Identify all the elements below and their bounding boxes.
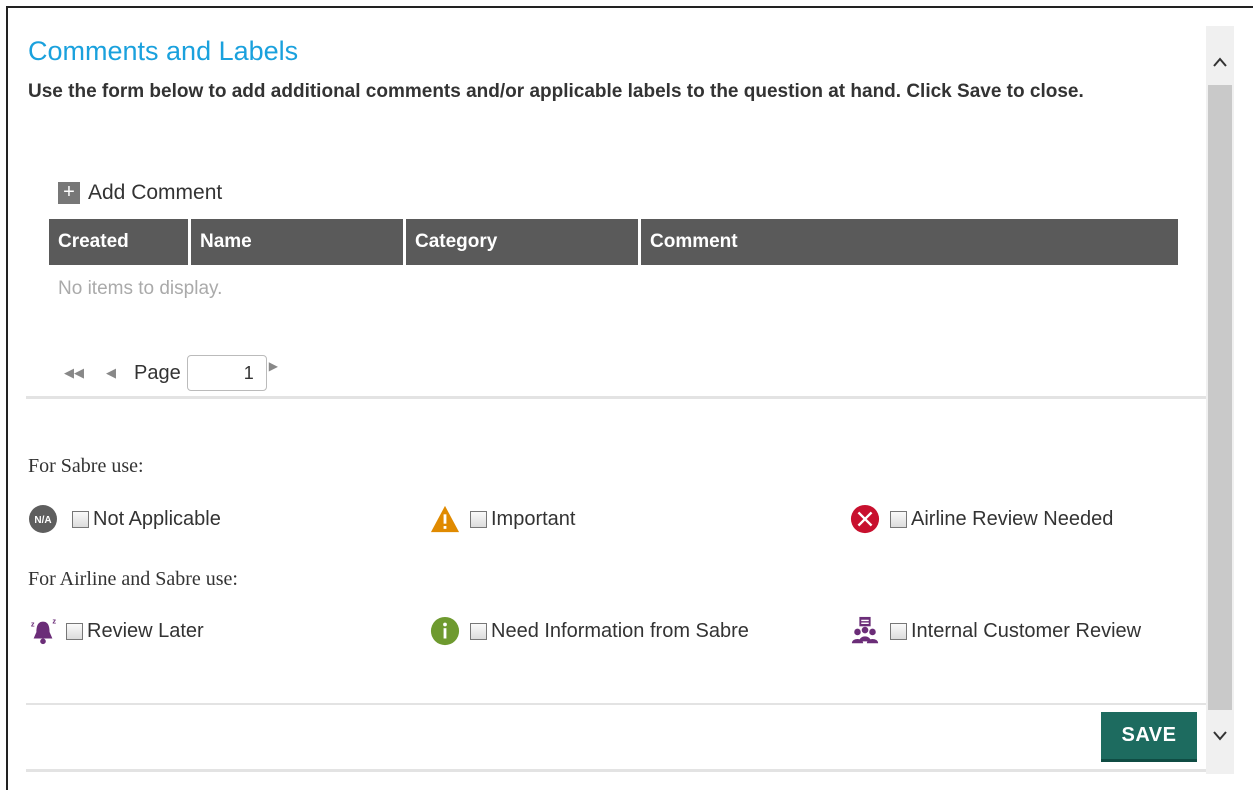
plus-icon: + bbox=[58, 182, 80, 204]
airline-sabre-use-heading: For Airline and Sabre use: bbox=[28, 568, 238, 590]
label-review-later[interactable]: z z Review Later bbox=[28, 616, 204, 646]
airline-review-needed-label: Airline Review Needed bbox=[911, 507, 1114, 530]
scrollbar-thumb[interactable] bbox=[1208, 85, 1232, 710]
not-applicable-label: Not Applicable bbox=[93, 507, 221, 530]
comments-grid-header: Created Name Category Comment bbox=[49, 219, 1178, 265]
svg-text:z: z bbox=[52, 617, 56, 626]
empty-message: No items to display. bbox=[58, 278, 223, 299]
review-later-label: Review Later bbox=[87, 619, 204, 642]
first-page-icon[interactable]: ◀◀ bbox=[64, 365, 84, 381]
important-checkbox[interactable] bbox=[470, 510, 487, 528]
warning-icon bbox=[430, 504, 460, 534]
label-not-applicable[interactable]: N/A Not Applicable bbox=[28, 504, 221, 534]
pager: ◀◀ ◀ Page ▶ bbox=[64, 355, 278, 391]
svg-text:z: z bbox=[31, 619, 35, 628]
scroll-up-icon[interactable] bbox=[1208, 50, 1232, 74]
dialog-instructions: Use the form below to add additional com… bbox=[28, 81, 1084, 102]
column-header-category[interactable]: Category bbox=[406, 219, 641, 265]
save-button[interactable]: SAVE bbox=[1101, 712, 1197, 762]
need-information-label: Need Information from Sabre bbox=[491, 619, 749, 642]
column-header-comment[interactable]: Comment bbox=[641, 219, 1178, 265]
bell-snooze-icon: z z bbox=[28, 616, 58, 646]
next-page-icon[interactable]: ▶ bbox=[269, 359, 278, 373]
info-icon bbox=[430, 616, 460, 646]
label-need-information[interactable]: Need Information from Sabre bbox=[430, 616, 749, 646]
column-header-name[interactable]: Name bbox=[191, 219, 406, 265]
previous-page-icon[interactable]: ◀ bbox=[106, 365, 116, 381]
add-comment-label: Add Comment bbox=[88, 181, 223, 204]
airline-review-needed-checkbox[interactable] bbox=[890, 510, 907, 528]
page-label: Page bbox=[134, 361, 181, 384]
na-icon: N/A bbox=[28, 504, 58, 534]
not-applicable-checkbox[interactable] bbox=[72, 510, 89, 528]
label-important[interactable]: Important bbox=[430, 504, 575, 534]
page-number-input[interactable] bbox=[186, 355, 267, 391]
review-later-checkbox[interactable] bbox=[66, 622, 83, 640]
sabre-use-heading: For Sabre use: bbox=[28, 455, 144, 477]
column-header-created[interactable]: Created bbox=[49, 219, 191, 265]
footer-divider bbox=[26, 703, 1206, 705]
bottom-divider bbox=[26, 769, 1206, 772]
important-label: Important bbox=[491, 507, 576, 530]
scroll-down-icon[interactable] bbox=[1208, 724, 1232, 748]
internal-customer-review-checkbox[interactable] bbox=[890, 622, 907, 640]
section-divider bbox=[26, 396, 1206, 399]
label-airline-review-needed[interactable]: Airline Review Needed bbox=[850, 504, 1113, 534]
add-comment-button[interactable]: + Add Comment bbox=[58, 181, 222, 205]
need-information-checkbox[interactable] bbox=[470, 622, 487, 640]
na-icon-text: N/A bbox=[34, 515, 51, 526]
people-review-icon bbox=[850, 616, 880, 646]
internal-customer-review-label: Internal Customer Review bbox=[911, 619, 1142, 642]
x-circle-icon bbox=[850, 504, 880, 534]
label-internal-customer-review[interactable]: Internal Customer Review bbox=[850, 616, 1141, 646]
dialog-title: Comments and Labels bbox=[28, 36, 299, 66]
